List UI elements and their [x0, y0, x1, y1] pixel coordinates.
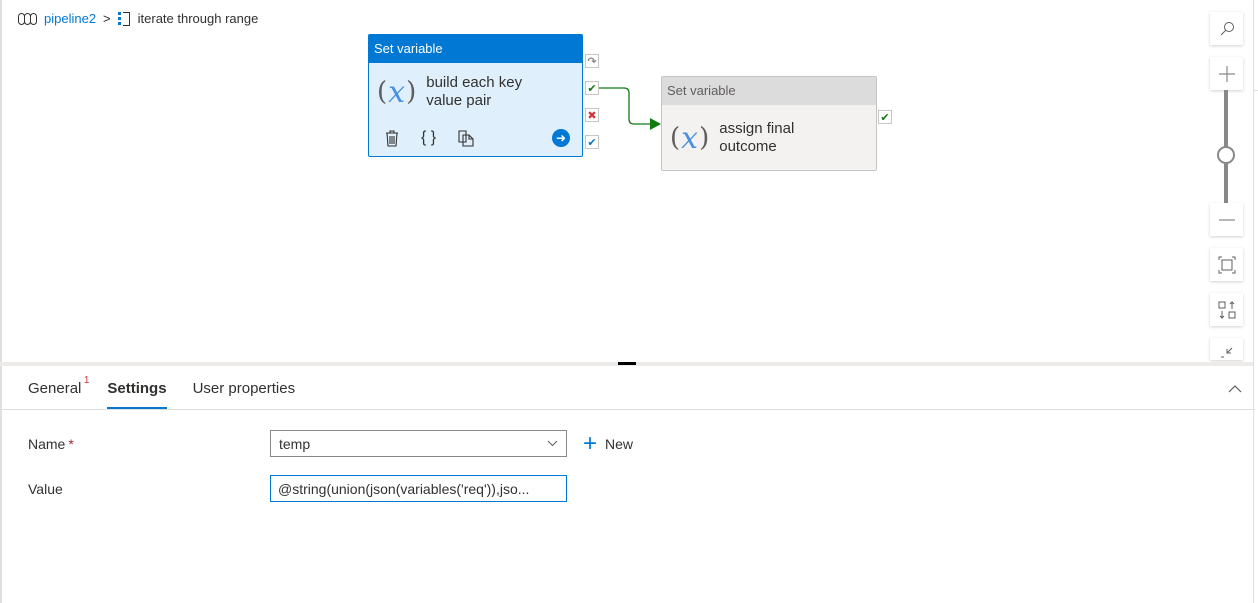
variable-icon: (x) — [670, 120, 710, 156]
zoom-out-button[interactable] — [1210, 203, 1243, 236]
breadcrumb-separator: > — [103, 11, 111, 26]
tab-user-properties[interactable]: User properties — [193, 366, 296, 410]
collapse-panel-button[interactable] — [1228, 380, 1242, 398]
tab-divider — [2, 409, 1255, 410]
chevron-up-icon — [1228, 385, 1242, 393]
collapse-icon — [1220, 347, 1232, 358]
skipped-port-icon[interactable]: ↷ — [585, 54, 599, 68]
variable-name-dropdown[interactable]: temp — [270, 430, 567, 457]
completion-port-icon[interactable]: ✔ — [585, 135, 599, 149]
activity-name: assign final outcome — [719, 120, 795, 155]
tab-settings[interactable]: Settings — [107, 366, 167, 410]
breadcrumb-current-activity: iterate through range — [137, 11, 259, 26]
activity-name: build each key value pair — [426, 74, 523, 109]
foreach-icon — [117, 11, 130, 26]
fit-to-screen-icon — [1218, 256, 1235, 273]
value-row: Value — [28, 475, 567, 502]
zoom-out-icon — [1218, 218, 1235, 221]
success-connector — [598, 87, 661, 130]
activity-type-label: Set variable — [369, 35, 582, 63]
pipeline-editor: pipeline2 > iterate through range Set va… — [0, 0, 1258, 603]
error-count-badge: 1 — [83, 375, 90, 386]
delete-icon[interactable] — [385, 129, 399, 147]
auto-align-icon — [1218, 300, 1235, 319]
collapse-canvas-button[interactable] — [1210, 338, 1243, 360]
activity-build-each-key-value-pair[interactable]: Set variable (x) build each key value pa… — [368, 34, 583, 157]
zoom-in-button[interactable] — [1210, 57, 1243, 90]
failure-port-icon[interactable]: ✖ — [585, 108, 599, 122]
variable-icon: (x) — [377, 74, 417, 110]
success-port-icon[interactable]: ✔ — [878, 110, 892, 124]
panel-tabs: General 1 Settings User properties — [28, 366, 321, 410]
name-row: Name * temp + New — [28, 430, 633, 457]
copy-icon[interactable] — [458, 129, 474, 147]
chevron-down-icon — [547, 440, 558, 447]
properties-panel: General 1 Settings User properties Name *… — [0, 366, 1255, 603]
search-button[interactable] — [1210, 12, 1243, 45]
auto-align-button[interactable] — [1210, 293, 1243, 326]
zoom-in-icon — [1218, 65, 1235, 82]
activity-assign-final-outcome[interactable]: Set variable (x) assign final outcome — [661, 76, 877, 171]
plus-icon: + — [583, 429, 598, 457]
tab-general[interactable]: General 1 — [28, 366, 89, 410]
variable-name-value: temp — [279, 435, 311, 452]
new-variable-button[interactable]: + New — [583, 429, 633, 457]
splitter-handle[interactable] — [618, 362, 636, 365]
zoom-slider-thumb[interactable] — [1217, 146, 1235, 164]
fit-to-screen-button[interactable] — [1210, 248, 1243, 281]
name-label: Name * — [28, 435, 74, 452]
pipeline-icon — [18, 12, 37, 25]
breadcrumb-pipeline-link[interactable]: pipeline2 — [44, 11, 96, 26]
success-port-icon[interactable]: ✔ — [585, 81, 599, 95]
go-arrow-icon[interactable]: ➜ — [552, 129, 570, 147]
activity-type-label: Set variable — [662, 77, 876, 105]
search-icon — [1220, 21, 1234, 35]
right-border-tick — [1253, 90, 1258, 91]
code-icon[interactable]: { } — [421, 129, 436, 147]
breadcrumb: pipeline2 > iterate through range — [18, 11, 258, 26]
pipeline-canvas[interactable]: pipeline2 > iterate through range Set va… — [0, 0, 1258, 362]
value-label: Value — [28, 480, 63, 497]
value-input[interactable] — [270, 475, 567, 502]
